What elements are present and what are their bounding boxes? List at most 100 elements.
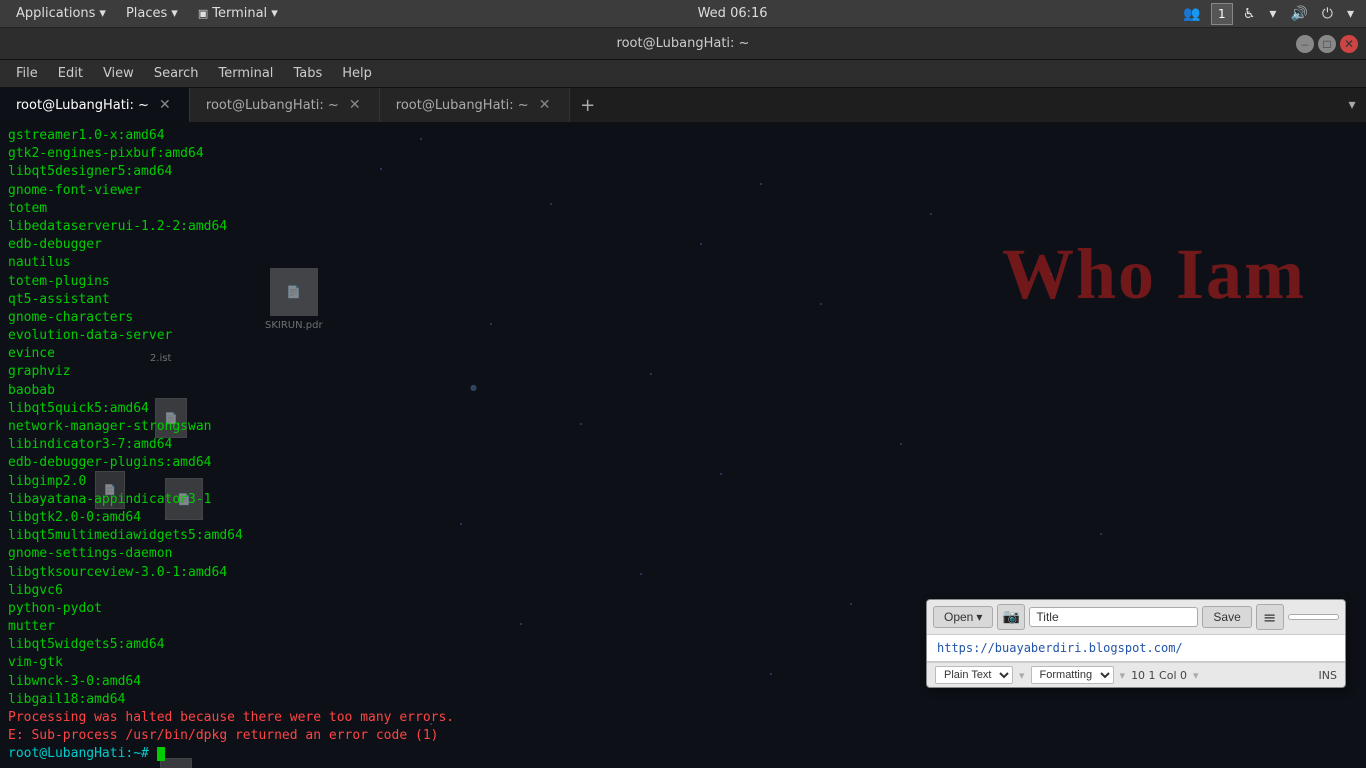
url-text: https://buayaberdiri.blogspot.com/ (937, 641, 1183, 655)
save-button[interactable]: Save (1202, 606, 1251, 628)
terminal-output: gstreamer1.0-x:amd64 gtk2-engines-pixbuf… (0, 123, 680, 768)
close-button[interactable]: ✕ (1340, 35, 1358, 53)
terminal-content: Who Iam 📄 SKIRUN.pdr 2.ist 📄 📄 📄 📄 (0, 123, 1366, 768)
term-line-16: libqt5quick5:amd64 (8, 400, 672, 418)
open-button[interactable]: Open ▾ (933, 606, 993, 628)
term-line-4: gnome-font-viewer (8, 182, 672, 200)
status-divider-2: ▾ (1120, 669, 1126, 682)
network-icon[interactable]: ▾ (1265, 4, 1280, 24)
terminal-menu-icon: ▣ (198, 7, 208, 20)
tab-2-label: root@LubangHati: ~ (206, 98, 339, 113)
term-line-9: totem-plugins (8, 273, 672, 291)
open-btn-arrow: ▾ (976, 610, 982, 624)
term-line-24: gnome-settings-daemon (8, 545, 672, 563)
open-btn-label: Open (944, 610, 973, 624)
term-line-11: gnome-characters (8, 309, 672, 327)
tab-2-close[interactable]: ✕ (347, 97, 363, 113)
system-bar: Applications ▾ Places ▾ ▣ Terminal ▾ Wed… (0, 0, 1366, 28)
tab-1-label: root@LubangHati: ~ (16, 98, 149, 113)
term-line-6: libedataserverui-1.2-2:amd64 (8, 218, 672, 236)
menu-tabs[interactable]: Tabs (285, 63, 330, 84)
power-icon[interactable]: ⏻ (1318, 4, 1337, 24)
term-line-8: nautilus (8, 254, 672, 272)
users-icon[interactable]: 👥 (1179, 4, 1204, 24)
save-btn-label: Save (1213, 610, 1240, 624)
tabs-scroll-button[interactable]: ▾ (1342, 91, 1362, 119)
workspace-number: 1 (1218, 7, 1226, 21)
terminal-label: Terminal (212, 6, 267, 21)
minimize-button[interactable]: – (1296, 35, 1314, 53)
menu-help[interactable]: Help (334, 63, 380, 84)
terminal-menubar: File Edit View Search Terminal Tabs Help (0, 60, 1366, 88)
panel-screenshot-button[interactable]: 📷 (997, 604, 1025, 630)
panel-extra-input[interactable] (1288, 614, 1339, 620)
floating-panel: Open ▾ 📷 Save ≡ https://buayaberdiri.blo… (926, 599, 1346, 688)
term-line-20: libgimp2.0 (8, 473, 672, 491)
tab-1[interactable]: root@LubangHati: ~ ✕ (0, 88, 190, 122)
panel-url-bar: https://buayaberdiri.blogspot.com/ (927, 635, 1345, 662)
term-prompt-line: root@LubangHati:~# (8, 745, 672, 763)
places-chevron-icon: ▾ (171, 6, 178, 21)
places-label: Places (126, 6, 167, 21)
term-line-3: libqt5designer5:amd64 (8, 163, 672, 181)
term-line-5: totem (8, 200, 672, 218)
menu-terminal[interactable]: Terminal (210, 63, 281, 84)
formatting-select[interactable]: Formatting (1031, 666, 1114, 684)
applications-menu[interactable]: Applications ▾ (8, 4, 114, 23)
plain-text-select[interactable]: Plain Text (935, 666, 1013, 684)
tabs-bar: root@LubangHati: ~ ✕ root@LubangHati: ~ … (0, 88, 1366, 123)
menu-file[interactable]: File (8, 63, 46, 84)
screenshot-icon: 📷 (1003, 609, 1020, 625)
term-line-23: libqt5multimediawidgets5:amd64 (8, 527, 672, 545)
term-line-17: network-manager-strongswan (8, 418, 672, 436)
panel-toolbar: Open ▾ 📷 Save ≡ (927, 600, 1345, 635)
tab-3-close[interactable]: ✕ (537, 97, 553, 113)
terminal-window: root@LubangHati: ~ – □ ✕ File Edit View … (0, 28, 1366, 768)
page-info-text: 10 1 Col 0 (1131, 669, 1187, 682)
tab-3-label: root@LubangHati: ~ (396, 98, 529, 113)
tab-2[interactable]: root@LubangHati: ~ ✕ (190, 88, 380, 122)
panel-text-input[interactable] (1029, 607, 1198, 627)
apps-chevron-icon: ▾ (99, 6, 106, 21)
system-bar-left: Applications ▾ Places ▾ ▣ Terminal ▾ (8, 4, 286, 23)
term-line-21: libayatana-appindicator3-1 (8, 491, 672, 509)
term-line-19: edb-debugger-plugins:amd64 (8, 454, 672, 472)
menu-search[interactable]: Search (146, 63, 207, 84)
menu-icon: ≡ (1263, 608, 1276, 627)
applications-label: Applications (16, 6, 95, 21)
workspace-badge[interactable]: 1 (1211, 3, 1233, 25)
terminal-menu[interactable]: ▣ Terminal ▾ (190, 4, 286, 23)
places-menu[interactable]: Places ▾ (118, 4, 186, 23)
term-line-15: baobab (8, 382, 672, 400)
menu-view[interactable]: View (95, 63, 142, 84)
term-error-1: Processing was halted because there were… (8, 709, 672, 727)
term-line-1: gstreamer1.0-x:amd64 (8, 127, 672, 145)
term-line-30: vim-gtk (8, 654, 672, 672)
term-line-2: gtk2-engines-pixbuf:amd64 (8, 145, 672, 163)
power-chevron-icon[interactable]: ▾ (1343, 4, 1358, 24)
accessibility-icon[interactable]: ♿ (1239, 4, 1260, 24)
watermark-text: Who Iam (1002, 233, 1306, 316)
maximize-button[interactable]: □ (1318, 35, 1336, 53)
audio-icon[interactable]: 🔊 (1286, 4, 1311, 24)
term-line-13: evince (8, 345, 672, 363)
system-bar-right: 👥 1 ♿ ▾ 🔊 ⏻ ▾ (1179, 3, 1358, 25)
term-line-7: edb-debugger (8, 236, 672, 254)
term-line-29: libqt5widgets5:amd64 (8, 636, 672, 654)
ins-label: INS (1319, 669, 1337, 682)
tab-1-close[interactable]: ✕ (157, 97, 173, 113)
term-line-25: libgtksourceview-3.0-1:amd64 (8, 564, 672, 582)
terminal-chevron-icon: ▾ (271, 6, 278, 21)
menu-edit[interactable]: Edit (50, 63, 91, 84)
terminal-title: root@LubangHati: ~ (617, 36, 750, 51)
datetime-text: Wed 06:16 (698, 6, 768, 21)
status-divider-3: ▾ (1193, 669, 1199, 682)
terminal-titlebar: root@LubangHati: ~ – □ ✕ (0, 28, 1366, 60)
term-prompt: root@LubangHati:~# (8, 746, 149, 761)
term-cursor (157, 747, 165, 761)
term-line-22: libgtk2.0-0:amd64 (8, 509, 672, 527)
new-tab-button[interactable]: + (574, 91, 602, 119)
panel-menu-button[interactable]: ≡ (1256, 604, 1284, 630)
tab-3[interactable]: root@LubangHati: ~ ✕ (380, 88, 570, 122)
window-controls: – □ ✕ (1296, 35, 1358, 53)
